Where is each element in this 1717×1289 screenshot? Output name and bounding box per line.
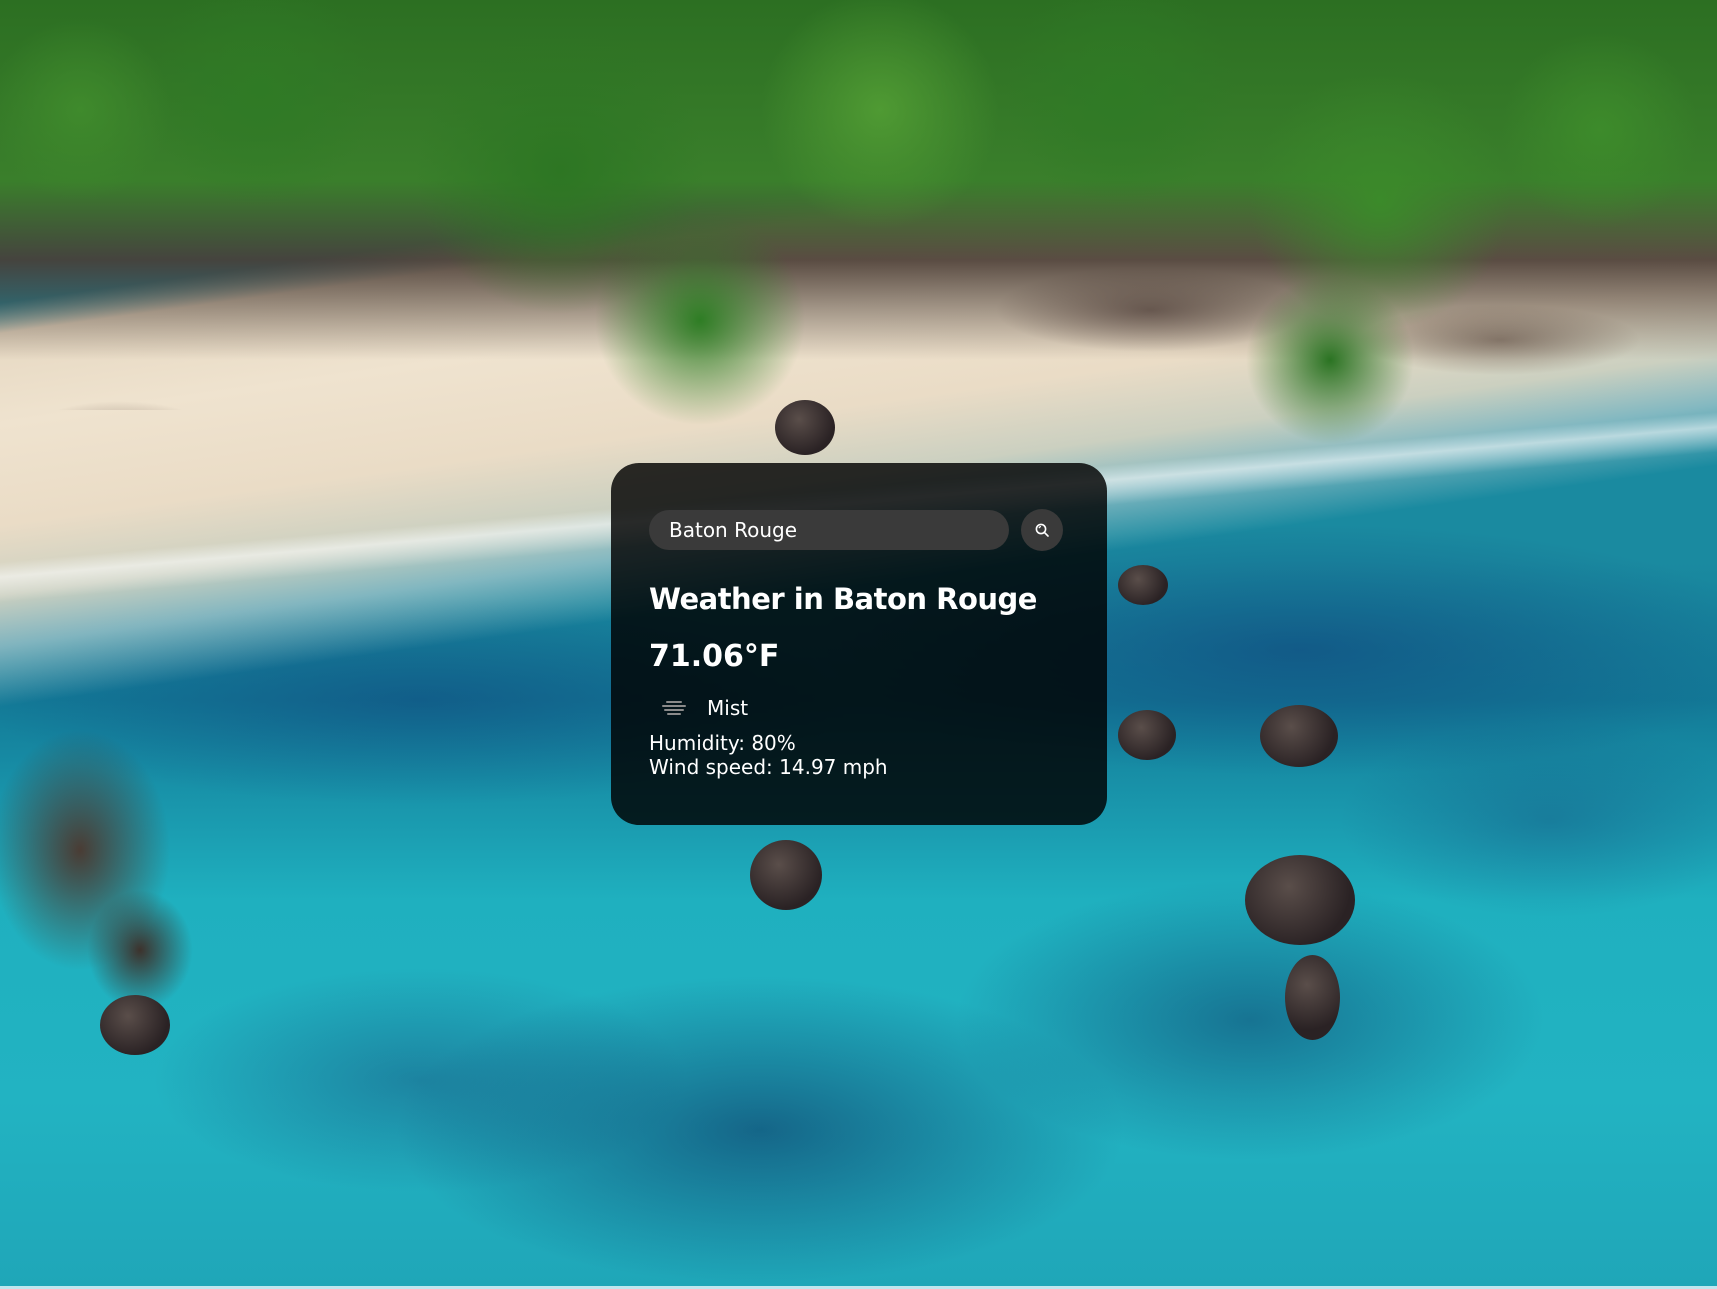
search-bar [649,509,1069,551]
temperature: 71.06°F [649,639,780,674]
condition-description: Mist [707,696,749,720]
background-rock [1285,955,1340,1040]
background-rock [1118,710,1176,760]
search-icon [1035,523,1049,537]
wind-speed-text: Wind speed: 14.97 mph [649,755,888,779]
background-rock [1118,565,1168,605]
condition-row: Mist [649,691,1069,725]
city-title: Weather in Baton Rouge [649,582,1037,616]
weather-card: Weather in Baton Rouge 71.06°F Mist Humi… [611,463,1107,825]
background-rock [1260,705,1338,767]
weather-app-page: Weather in Baton Rouge 71.06°F Mist Humi… [0,0,1717,1289]
background-rock [775,400,835,455]
background-rock [1245,855,1355,945]
mist-icon [649,691,699,725]
humidity-text: Humidity: 80% [649,731,796,755]
search-input[interactable] [649,510,1009,550]
search-button[interactable] [1021,509,1063,551]
background-rock [750,840,822,910]
background-rock [100,995,170,1055]
background-trees [0,0,1717,480]
